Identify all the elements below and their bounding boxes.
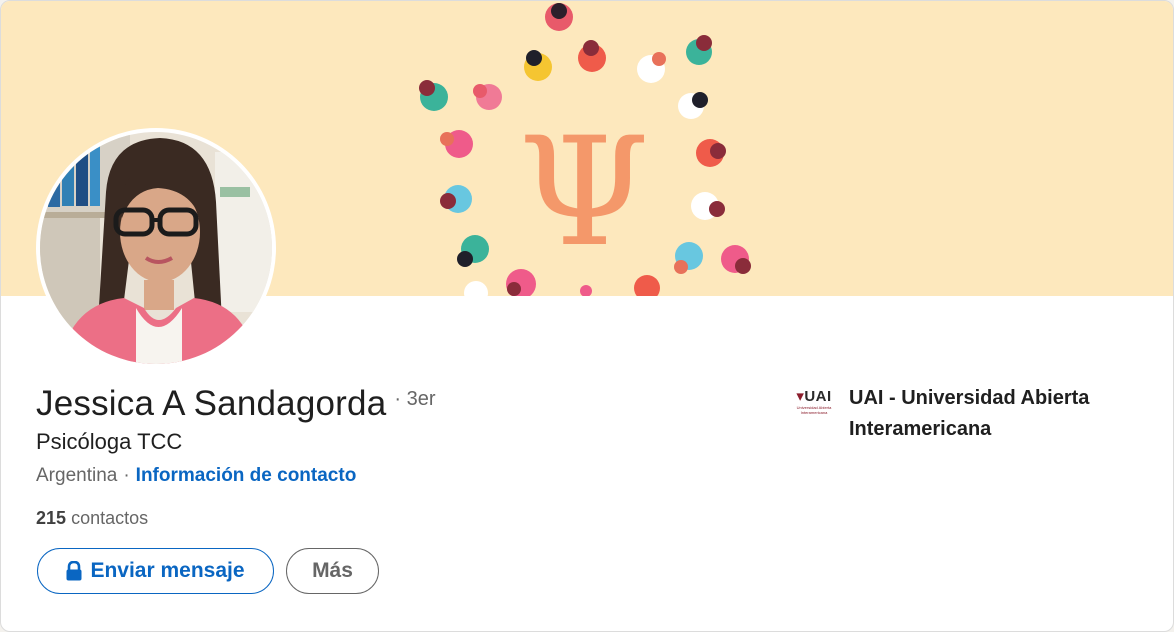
profile-photo [40,132,272,364]
connection-degree: · 3er [394,388,436,410]
send-message-button[interactable]: Enviar mensaje [37,548,274,594]
profile-card: Ψ Jessica A Sandagorda · 3er Psicóloga T… [0,0,1174,632]
profile-location: Argentina [36,465,118,486]
uai-logo: ▾UAI Universidad Abierta Interamericana [791,383,837,423]
separator-dot: · [123,465,130,486]
connections-label: contactos [71,508,149,528]
profile-headline: Psicóloga TCC [36,429,183,454]
location-row: Argentina · Información de contacto [36,465,356,487]
connections-count[interactable]: 215 contactos [36,508,148,529]
education-entry[interactable]: ▾UAI Universidad Abierta Interamericana … [791,383,1119,445]
send-message-label: Enviar mensaje [90,559,245,582]
lock-icon [66,561,82,581]
uai-logo-mark: ▾UAI [796,388,832,405]
name-row: Jessica A Sandagorda · 3er [36,384,436,424]
education-name: UAI - Universidad Abierta Interamericana [849,387,1090,440]
avatar[interactable] [36,128,276,368]
more-label: Más [312,559,353,582]
uai-logo-caption: Universidad Abierta Interamericana [796,405,832,415]
psi-symbol: Ψ [518,106,650,280]
connections-number: 215 [36,508,67,528]
contact-info-link[interactable]: Información de contacto [136,465,357,487]
profile-name: Jessica A Sandagorda [36,384,387,423]
more-button[interactable]: Más [286,548,379,594]
